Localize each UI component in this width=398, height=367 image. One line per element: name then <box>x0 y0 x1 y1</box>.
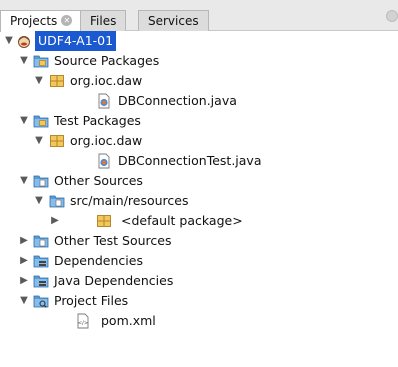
expand-toggle-icon[interactable]: ▼ <box>33 191 45 211</box>
folder-icon <box>49 193 65 209</box>
tab-projects-label: Projects <box>10 14 58 28</box>
tree-node-package[interactable]: ▼ org.ioc.daw <box>0 131 398 151</box>
expand-toggle-icon[interactable]: ▼ <box>33 131 45 151</box>
tree-node-label: Other Test Sources <box>54 233 172 248</box>
source-folder-icon <box>33 53 49 69</box>
tab-files-label: Files <box>90 14 117 28</box>
package-icon <box>49 133 65 149</box>
project-files-folder-icon <box>33 293 49 308</box>
library-folder-icon <box>33 253 49 269</box>
collapsed-toggle-icon[interactable]: ▶ <box>18 251 30 271</box>
expand-toggle-icon[interactable]: ▼ <box>3 31 15 51</box>
expand-toggle-icon[interactable]: ▼ <box>18 291 30 311</box>
tree-node-label: Dependencies <box>54 253 143 268</box>
tree-node-label: Other Sources <box>54 173 143 188</box>
collapsed-toggle-icon[interactable]: ▶ <box>18 231 30 251</box>
tree-node-label: DBConnection.java <box>118 93 237 108</box>
explorer-tab-bar: Projects ✕ Files Services <box>0 0 398 32</box>
collapsed-toggle-icon[interactable]: ▶ <box>18 271 30 291</box>
tree-node-resources-folder[interactable]: ▼ src/main/resources <box>0 191 398 211</box>
tree-node-java-dependencies[interactable]: ▶ Java Dependencies <box>0 271 398 291</box>
library-folder-icon <box>33 273 49 289</box>
tree-node-source-packages[interactable]: ▼ Source Packages <box>0 51 398 71</box>
tab-services-label: Services <box>148 14 199 28</box>
java-file-icon <box>96 93 112 109</box>
tree-node-dependencies[interactable]: ▶ Dependencies <box>0 251 398 271</box>
expand-toggle-icon[interactable]: ▼ <box>18 51 30 71</box>
tree-node-xml-file[interactable]: pom.xml <box>0 311 398 331</box>
tree-node-label: UDF4-A1-01 <box>35 31 117 51</box>
expand-toggle-icon[interactable]: ▼ <box>18 111 30 131</box>
tree-node-label: Java Dependencies <box>54 273 174 288</box>
tree-node-other-sources[interactable]: ▼ Other Sources <box>0 171 398 191</box>
tree-node-package[interactable]: ▼ org.ioc.daw <box>0 71 398 91</box>
tree-node-label: pom.xml <box>101 313 156 328</box>
tab-files[interactable]: Files <box>80 10 127 31</box>
collapsed-toggle-icon[interactable]: ▶ <box>49 211 61 231</box>
tree-node-test-packages[interactable]: ▼ Test Packages <box>0 111 398 131</box>
tree-node-label: org.ioc.daw <box>70 73 143 88</box>
tree-node-label: Source Packages <box>54 53 160 68</box>
tree-node-java-file[interactable]: DBConnectionTest.java <box>0 151 398 171</box>
expand-toggle-icon[interactable]: ▼ <box>33 71 45 91</box>
tree-node-label: src/main/resources <box>70 193 189 208</box>
expand-toggle-icon[interactable]: ▼ <box>18 171 30 191</box>
tree-node-label: Test Packages <box>54 113 141 128</box>
tree-node-project[interactable]: ▼ UDF4-A1-01 <box>0 31 398 51</box>
tree-node-label: DBConnectionTest.java <box>118 153 262 168</box>
xml-file-icon <box>75 313 91 329</box>
tree-node-label: <default package> <box>121 213 243 228</box>
tree-node-other-test-sources[interactable]: ▶ Other Test Sources <box>0 231 398 251</box>
java-file-icon <box>96 153 112 169</box>
close-icon[interactable]: ✕ <box>61 15 73 26</box>
tree-node-java-file[interactable]: DBConnection.java <box>0 91 398 111</box>
tree-node-label: Project Files <box>54 293 129 308</box>
test-folder-icon <box>33 113 49 129</box>
tree-node-project-files[interactable]: ▼ Project Files <box>0 291 398 311</box>
folder-icon <box>33 173 49 189</box>
folder-icon <box>33 233 49 249</box>
package-icon <box>49 73 65 89</box>
tree-node-label: org.ioc.daw <box>70 133 143 148</box>
tab-services[interactable]: Services <box>138 10 209 31</box>
package-icon <box>96 213 112 229</box>
tree-node-default-package[interactable]: ▶ <default package> <box>0 211 398 231</box>
window-control-icon[interactable] <box>386 10 398 22</box>
tab-projects[interactable]: Projects ✕ <box>0 10 83 32</box>
maven-project-icon <box>18 36 30 48</box>
